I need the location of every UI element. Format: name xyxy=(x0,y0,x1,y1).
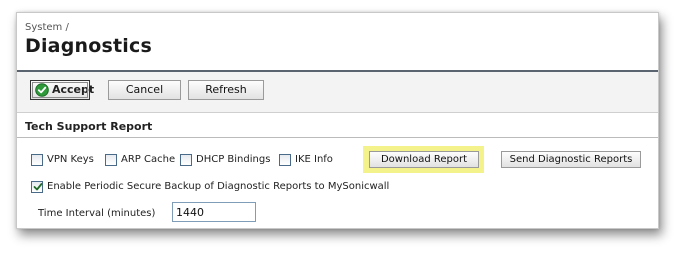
time-interval-input[interactable] xyxy=(172,202,256,222)
section-divider xyxy=(17,137,658,138)
ike-info-label: IKE Info xyxy=(295,154,333,165)
ike-info-checkbox[interactable] xyxy=(279,154,291,166)
time-interval-label: Time Interval (minutes) xyxy=(38,208,156,219)
diagnostics-panel: System / Diagnostics Accept Cancel Refre… xyxy=(16,12,659,229)
accept-button[interactable]: Accept xyxy=(30,80,94,100)
toolbar: Accept Cancel Refresh xyxy=(17,72,658,113)
check-circle-icon xyxy=(35,83,49,97)
page-title: Diagnostics xyxy=(25,35,152,57)
vpn-keys-label: VPN Keys xyxy=(47,154,94,165)
periodic-backup-checkbox[interactable] xyxy=(31,181,43,193)
periodic-backup-label: Enable Periodic Secure Backup of Diagnos… xyxy=(47,181,390,192)
checkmark-icon xyxy=(33,183,43,191)
section-title: Tech Support Report xyxy=(25,120,153,133)
refresh-button[interactable]: Refresh xyxy=(188,80,264,100)
vpn-keys-checkbox[interactable] xyxy=(31,154,43,166)
arp-cache-label: ARP Cache xyxy=(121,154,176,165)
cancel-button[interactable]: Cancel xyxy=(108,80,181,100)
breadcrumb[interactable]: System / xyxy=(25,22,69,33)
arp-cache-checkbox[interactable] xyxy=(105,154,117,166)
download-report-button[interactable]: Download Report xyxy=(369,151,479,168)
accept-button-label: Accept xyxy=(52,83,95,96)
dhcp-bindings-label: DHCP Bindings xyxy=(196,154,271,165)
dhcp-bindings-checkbox[interactable] xyxy=(180,154,192,166)
send-diagnostic-reports-button[interactable]: Send Diagnostic Reports xyxy=(501,151,641,168)
